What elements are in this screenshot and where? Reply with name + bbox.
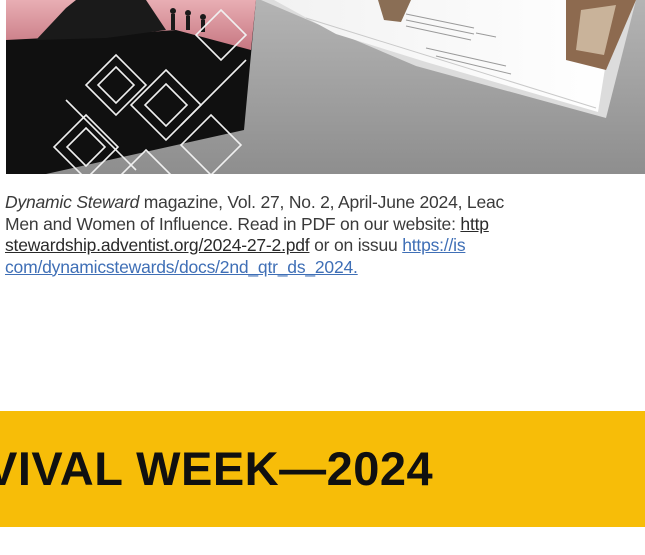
- issuu-link[interactable]: https://is: [402, 235, 465, 255]
- caption-line-4: com/dynamicstewards/docs/2nd_qtr_ds_2024…: [5, 257, 645, 279]
- section-banner: VIVAL WEEK—2024: [0, 411, 645, 527]
- caption-text: Men and Women of Influence. Read in PDF …: [5, 213, 461, 234]
- pdf-link[interactable]: http: [460, 214, 489, 234]
- issuu-link-continued[interactable]: com/dynamicstewards/docs/2nd_qtr_ds_2024…: [5, 257, 358, 277]
- image-caption: Dynamic Steward magazine, Vol. 27, No. 2…: [5, 192, 645, 278]
- caption-line-3: stewardship.adventist.org/2024-27-2.pdf …: [5, 235, 645, 257]
- banner-title: VIVAL WEEK—2024: [0, 442, 434, 495]
- caption-line-1: Dynamic Steward magazine, Vol. 27, No. 2…: [5, 192, 645, 214]
- magazine-title: Dynamic Steward: [5, 192, 140, 212]
- caption-text: magazine, Vol. 27, No. 2, April-June 202…: [139, 192, 505, 212]
- caption-line-2: Men and Women of Influence. Read in PDF …: [5, 214, 645, 236]
- caption-text: or on issuu: [309, 235, 403, 255]
- pdf-link-continued[interactable]: stewardship.adventist.org/2024-27-2.pdf: [5, 235, 310, 255]
- magazine-photo: [6, 0, 645, 174]
